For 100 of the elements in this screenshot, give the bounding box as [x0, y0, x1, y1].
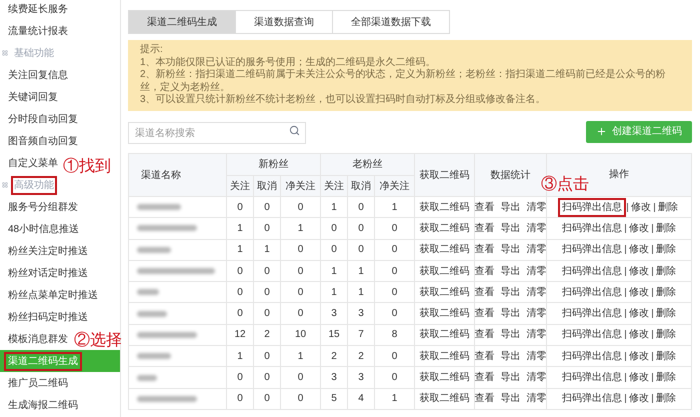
stats-link[interactable]: 导出 [500, 348, 521, 364]
action-link[interactable]: 修改 [629, 242, 650, 258]
action-link[interactable]: 删除 [656, 284, 676, 300]
action-link[interactable]: 修改 [629, 264, 650, 279]
sidebar-item[interactable]: 粉丝关注定时推送 [0, 240, 88, 262]
stats-link[interactable]: 查看 [474, 327, 495, 342]
tab[interactable]: 渠道二维码生成 [128, 10, 236, 34]
stats-link[interactable]: 查看 [474, 306, 495, 322]
stats-link[interactable]: 清零 [526, 284, 547, 300]
sidebar-item[interactable]: 分时段自动回复 [0, 108, 78, 130]
table-cell: 0 [280, 239, 321, 260]
stats-link[interactable]: 清零 [526, 264, 547, 279]
blurred-text [137, 332, 197, 338]
stats-link[interactable]: 查看 [474, 391, 495, 406]
action-link[interactable]: 扫码弹出信息 [562, 264, 622, 279]
action-link[interactable]: 修改 [629, 348, 650, 364]
action-link[interactable]: 修改 [629, 306, 650, 322]
action-link[interactable]: 修改 [629, 220, 650, 236]
stats-link[interactable]: 清零 [526, 200, 547, 215]
stats-link[interactable]: 清零 [526, 242, 547, 258]
table-cell: 3 [320, 366, 348, 388]
action-link[interactable]: 修改 [631, 200, 652, 215]
sidebar-item[interactable]: 推广员二维码 [0, 372, 68, 394]
stats-link[interactable]: 查看 [474, 220, 495, 236]
action-link[interactable]: 扫码弹出信息 [562, 284, 622, 300]
sidebar-item[interactable]: 自定义菜单 [0, 152, 58, 174]
sidebar-item[interactable]: 续费延长服务 [0, 0, 68, 20]
stats-link[interactable]: 查看 [474, 348, 495, 364]
stats-link[interactable]: 清零 [526, 370, 547, 386]
sidebar-item[interactable]: 关键词回复 [0, 86, 58, 108]
search-field[interactable]: 渠道名称搜索 [128, 122, 306, 144]
action-link[interactable]: 删除 [656, 327, 676, 342]
sidebar-item[interactable]: 粉丝对话定时推送 [0, 262, 88, 284]
stats-link[interactable]: 查看 [474, 242, 495, 258]
stats-link[interactable]: 查看 [474, 284, 495, 300]
stats-link[interactable]: 查看 [474, 264, 495, 279]
table-cell: 0 [374, 346, 415, 367]
table-cell: 0 [280, 302, 321, 324]
action-link[interactable]: 扫码弹出信息 [562, 306, 622, 322]
action-link[interactable]: 修改 [629, 284, 650, 300]
action-link[interactable]: 扫码弹出信息 [562, 327, 622, 342]
sidebar-item[interactable]: 流量统计报表 [0, 20, 68, 42]
stats-link[interactable]: 导出 [500, 200, 521, 215]
sidebar-item[interactable]: 48小时信息推送 [0, 218, 80, 240]
table-cell: 0 [226, 302, 254, 324]
stats-link[interactable]: 导出 [500, 306, 521, 322]
plus-icon [596, 126, 607, 138]
search-icon [289, 125, 300, 136]
stats-link[interactable]: 导出 [500, 220, 521, 236]
table-cell: 0 [226, 388, 254, 410]
sidebar-item[interactable]: 模板消息群发 [0, 328, 68, 350]
sidebar-item[interactable]: 服务号分组群发 [0, 196, 78, 218]
action-link[interactable]: 扫码弹出信息 [562, 370, 622, 386]
sidebar-item[interactable]: 关注回复信息 [0, 64, 68, 86]
stats-link[interactable]: 导出 [500, 264, 521, 279]
action-link[interactable]: 删除 [658, 200, 678, 215]
stats-link[interactable]: 清零 [526, 327, 547, 342]
table-cell: 0 [254, 366, 280, 388]
action-link[interactable]: 删除 [656, 264, 676, 279]
column-header: 老粉丝 [320, 154, 415, 176]
action-link[interactable]: 删除 [656, 370, 676, 386]
section-icon [2, 182, 8, 188]
action-link[interactable]: 修改 [629, 370, 650, 386]
stats-link[interactable]: 导出 [500, 370, 521, 386]
action-link[interactable]: 修改 [629, 327, 650, 342]
action-link[interactable]: 修改 [629, 391, 650, 406]
stats-link[interactable]: 清零 [526, 306, 547, 322]
sidebar-item[interactable]: 图音频自动回复 [0, 130, 78, 152]
stats-link[interactable]: 清零 [526, 220, 547, 236]
action-link[interactable]: 删除 [656, 220, 676, 236]
annotation-text: ②选择 [74, 333, 122, 349]
stats-link[interactable]: 查看 [474, 200, 495, 215]
sidebar-section-label: 基础功能 [13, 46, 55, 60]
sidebar-item[interactable]: 粉丝扫码定时推送 [0, 306, 88, 328]
sidebar-item[interactable]: 生成海报二维码 [0, 394, 78, 416]
action-link[interactable]: 删除 [656, 391, 676, 406]
action-link[interactable]: 删除 [656, 348, 676, 364]
table-cell: 0 [254, 282, 280, 303]
stats-link[interactable]: 导出 [500, 242, 521, 258]
action-link[interactable]: 扫码弹出信息 [562, 348, 622, 364]
action-link[interactable]: 删除 [656, 242, 676, 258]
table-cell: 0 [226, 282, 254, 303]
action-link[interactable]: 扫码弹出信息 [562, 242, 622, 258]
stats-link[interactable]: 查看 [474, 370, 495, 386]
table-cell: 0 [320, 218, 348, 240]
action-link[interactable]: 扫码弹出信息 [560, 200, 624, 215]
stats-link[interactable]: 清零 [526, 348, 547, 364]
stats-link[interactable]: 导出 [500, 284, 521, 300]
stats-link[interactable]: 导出 [500, 391, 521, 406]
tab[interactable]: 渠道数据查询 [235, 10, 333, 34]
stats-link[interactable]: 导出 [500, 327, 521, 342]
sidebar-item[interactable]: 粉丝点菜单定时推送 [0, 284, 98, 306]
tab[interactable]: 全部渠道数据下载 [332, 10, 450, 34]
blurred-text [137, 396, 197, 402]
action-link[interactable]: 删除 [656, 306, 676, 322]
action-link[interactable]: 扫码弹出信息 [562, 391, 622, 406]
stats-link[interactable]: 清零 [526, 391, 547, 406]
action-link[interactable]: 扫码弹出信息 [562, 220, 622, 236]
column-header: 关注 [320, 176, 348, 196]
table-cell: 1 [374, 196, 415, 218]
